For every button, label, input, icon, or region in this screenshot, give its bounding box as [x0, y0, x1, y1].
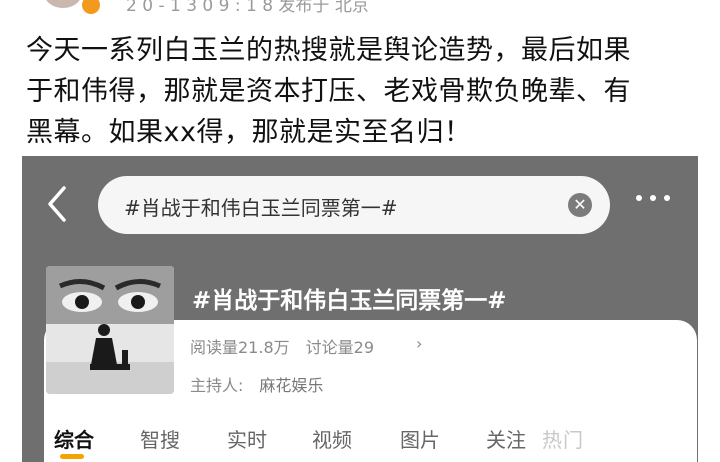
- clear-icon[interactable]: ✕: [568, 193, 592, 217]
- active-tab-indicator: [60, 454, 84, 459]
- post-header: 2 0 - 1 3 0 9 : 1 8 发布于 北京: [0, 0, 720, 14]
- post-line: 今天一系列白玉兰的热搜就是舆论造势，最后如果: [26, 35, 631, 66]
- read-count: 阅读量21.8万: [190, 338, 290, 357]
- tab-remen[interactable]: 热门: [542, 424, 584, 453]
- search-input-value[interactable]: #肖战于和伟白玉兰同票第一#: [124, 192, 398, 221]
- tab-shipin[interactable]: 视频: [312, 424, 352, 453]
- tab-zhisou[interactable]: 智搜: [140, 424, 180, 453]
- tab-tupian[interactable]: 图片: [400, 424, 440, 453]
- back-chevron-icon[interactable]: [44, 184, 70, 224]
- discussion-count: 讨论量29: [305, 338, 375, 357]
- tab-bar: 综合 智搜 实时 视频 图片 关注 热门: [22, 418, 698, 462]
- host-name[interactable]: 麻花娱乐: [259, 376, 323, 395]
- topic-title[interactable]: #肖战于和伟白玉兰同票第一#: [192, 281, 507, 315]
- tab-guanzhu[interactable]: 关注: [486, 424, 526, 453]
- post-meta: 2 0 - 1 3 0 9 : 1 8 发布于 北京: [126, 0, 369, 14]
- topic-cover-image[interactable]: [46, 266, 174, 394]
- post-line: 黑幕。如果xx得，那就是实至名归！: [26, 117, 472, 148]
- chevron-right-icon[interactable]: ›: [416, 334, 422, 353]
- host-label: 主持人:: [190, 376, 244, 395]
- more-icon[interactable]: [634, 190, 674, 204]
- tab-zonghe[interactable]: 综合: [54, 424, 94, 453]
- avatar[interactable]: [44, 0, 82, 8]
- search-bar[interactable]: #肖战于和伟白玉兰同票第一# ✕: [98, 176, 610, 234]
- post-line: 于和伟得，那就是资本打压、老戏骨欺负晚辈、有: [26, 76, 631, 107]
- topic-stats: 阅读量21.8万 讨论量29: [190, 334, 374, 358]
- vip-badge-icon: [80, 0, 102, 14]
- embedded-screenshot[interactable]: #肖战于和伟白玉兰同票第一# ✕ #肖战于和伟白玉兰同票第一# 阅读量21.8万…: [22, 156, 698, 462]
- topic-host: 主持人: 麻花娱乐: [190, 372, 323, 396]
- tab-shishi[interactable]: 实时: [227, 424, 267, 453]
- post-text: 今天一系列白玉兰的热搜就是舆论造势，最后如果 于和伟得，那就是资本打压、老戏骨欺…: [26, 30, 706, 153]
